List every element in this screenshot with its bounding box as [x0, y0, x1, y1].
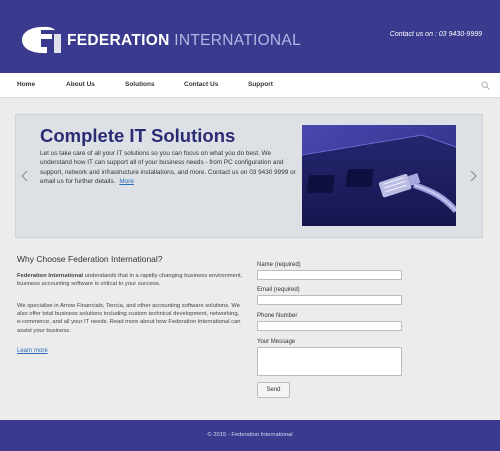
chevron-left-icon[interactable]	[21, 170, 28, 182]
why-paragraph-1: Federation International understands tha…	[17, 272, 245, 288]
slide-text: Let us take care of all your IT solution…	[40, 149, 300, 186]
nav-item-solutions[interactable]: Solutions	[125, 81, 155, 88]
footer-copyright: © 2015 - Federation International	[207, 432, 293, 438]
name-label: Name (required)	[257, 262, 301, 268]
header-contact: Contact us on : 03 9430-9999	[389, 31, 482, 38]
slide-body: Let us take care of all your IT solution…	[40, 150, 296, 185]
search-icon[interactable]	[481, 81, 490, 90]
site-footer: © 2015 - Federation International	[0, 420, 500, 451]
phone-label: Phone Number	[257, 313, 298, 319]
email-label: Email (required)	[257, 287, 300, 293]
send-button[interactable]: Send	[257, 382, 290, 398]
nav-item-home[interactable]: Home	[17, 81, 35, 88]
company-name-bold: Federation International	[17, 273, 84, 279]
message-label: Your Message	[257, 339, 296, 345]
network-cable-photo	[302, 125, 456, 226]
logo-wordmark: FEDERATION INTERNATIONAL	[67, 32, 301, 50]
phone-field[interactable]	[257, 321, 402, 331]
slide-title: Complete IT Solutions	[40, 125, 236, 146]
main-nav: Home About Us Solutions Contact Us Suppo…	[0, 73, 500, 98]
hero-slider: Complete IT Solutions Let us take care o…	[15, 114, 483, 238]
nav-item-about-us[interactable]: About Us	[66, 81, 95, 88]
logo-text-federation: FEDERATION	[67, 32, 170, 49]
chevron-right-icon[interactable]	[470, 170, 477, 182]
site-logo[interactable]: FEDERATION INTERNATIONAL	[21, 26, 301, 54]
why-paragraph-2: We specialise in Arrow Financials, Tenci…	[17, 303, 241, 334]
name-field[interactable]	[257, 270, 402, 280]
site-header: FEDERATION INTERNATIONAL Contact us on :…	[0, 0, 500, 73]
nav-item-contact-us[interactable]: Contact Us	[184, 81, 218, 88]
learn-more-link[interactable]: Learn more	[17, 348, 48, 354]
logo-text-international: INTERNATIONAL	[174, 32, 301, 49]
message-field[interactable]	[257, 347, 402, 376]
federation-logo-icon	[22, 26, 61, 54]
slide-more-link[interactable]: More	[119, 178, 134, 185]
why-choose-heading: Why Choose Federation International?	[17, 254, 163, 264]
nav-item-support[interactable]: Support	[248, 81, 273, 88]
email-field[interactable]	[257, 295, 402, 305]
network-cable-image	[302, 125, 456, 226]
